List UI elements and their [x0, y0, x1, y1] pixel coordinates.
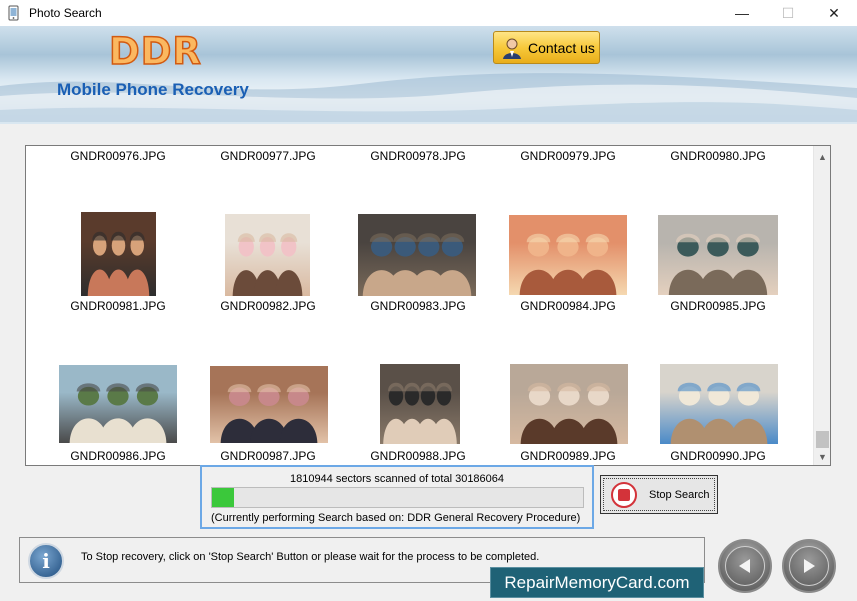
thumbnail-item[interactable]: GNDR00979.JPG	[493, 149, 643, 163]
photo-thumbnail[interactable]	[59, 365, 177, 443]
contact-us-button[interactable]: Contact us	[493, 31, 600, 64]
thumbnail-item[interactable]: GNDR00982.JPG	[193, 299, 343, 313]
brand-banner: RepairMemoryCard.com	[490, 567, 704, 598]
arrow-left-icon	[739, 559, 750, 573]
arrow-right-icon	[804, 559, 815, 573]
thumbnail-filename: GNDR00987.JPG	[220, 449, 316, 463]
header-banner: DDR Mobile Phone Recovery Contact us	[0, 26, 857, 122]
progress-bar	[211, 487, 584, 508]
search-results-panel[interactable]: GNDR00976.JPG GNDR00977.JPG GNDR00978.JPG G…	[25, 145, 831, 466]
thumbnail-item[interactable]: GNDR00986.JPG	[43, 449, 193, 463]
close-button[interactable]: ✕	[811, 0, 857, 26]
thumbnail-item[interactable]: GNDR00983.JPG	[343, 299, 493, 313]
thumbnail-filename: GNDR00978.JPG	[370, 149, 466, 163]
thumbnail-filename: GNDR00990.JPG	[670, 449, 766, 463]
thumbnail-filename: GNDR00986.JPG	[70, 449, 166, 463]
photo-thumbnail[interactable]	[509, 215, 627, 295]
thumbnail-item[interactable]: GNDR00989.JPG	[493, 449, 643, 463]
photo-thumbnail[interactable]	[660, 364, 778, 444]
scroll-up-icon[interactable]: ▲	[814, 148, 830, 165]
scroll-down-icon[interactable]: ▼	[814, 448, 830, 465]
person-icon	[503, 38, 521, 59]
photo-thumbnail[interactable]	[225, 214, 310, 296]
thumbnail-filename: GNDR00977.JPG	[220, 149, 316, 163]
product-subtitle: Mobile Phone Recovery	[57, 80, 249, 99]
photo-thumbnail[interactable]	[210, 366, 328, 443]
thumbnail-item[interactable]: GNDR00978.JPG	[343, 149, 493, 163]
maximize-button[interactable]: ☐	[765, 0, 811, 26]
thumbnail-item[interactable]: GNDR00977.JPG	[193, 149, 343, 163]
thumbnail-filename: GNDR00985.JPG	[670, 299, 766, 313]
stop-search-button[interactable]: Stop Search	[600, 475, 718, 514]
back-button[interactable]	[718, 539, 772, 593]
info-icon: i	[28, 543, 64, 579]
thumbnail-filename: GNDR00981.JPG	[70, 299, 166, 313]
thumbnail-item[interactable]: GNDR00980.JPG	[643, 149, 793, 163]
thumbnail-item[interactable]: GNDR00987.JPG	[193, 449, 343, 463]
progress-bar-fill	[212, 488, 235, 507]
procedure-text: (Currently performing Search based on: D…	[211, 512, 581, 524]
thumbnail-filename: GNDR00982.JPG	[220, 299, 316, 313]
sectors-scanned-text: 1810944 sectors scanned of total 3018606…	[289, 473, 505, 485]
photo-thumbnail[interactable]	[658, 215, 778, 295]
thumbnail-item[interactable]: GNDR00976.JPG	[43, 149, 193, 163]
thumbnail-item[interactable]: GNDR00985.JPG	[643, 299, 793, 313]
contact-us-label: Contact us	[528, 39, 595, 56]
thumbnail-item[interactable]: GNDR00984.JPG	[493, 299, 643, 313]
next-button[interactable]	[782, 539, 836, 593]
scan-progress-box: 1810944 sectors scanned of total 3018606…	[200, 465, 594, 529]
thumbnail-filename: GNDR00989.JPG	[520, 449, 616, 463]
thumbnail-filename: GNDR00976.JPG	[70, 149, 166, 163]
vertical-scrollbar[interactable]: ▲ ▼	[813, 146, 830, 465]
thumbnail-filename: GNDR00979.JPG	[520, 149, 616, 163]
thumbnail-filename: GNDR00980.JPG	[670, 149, 766, 163]
stop-search-label: Stop Search	[649, 488, 710, 501]
title-bar: Photo Search — ☐ ✕	[0, 0, 857, 26]
thumbnail-item[interactable]: GNDR00988.JPG	[343, 449, 493, 463]
thumbnail-filename: GNDR00988.JPG	[370, 449, 466, 463]
thumbnail-filename: GNDR00983.JPG	[370, 299, 466, 313]
thumbnail-filename: GNDR00984.JPG	[520, 299, 616, 313]
window-title: Photo Search	[29, 6, 102, 20]
header-separator	[0, 122, 857, 124]
minimize-button[interactable]: —	[719, 0, 765, 26]
thumbnail-item[interactable]: GNDR00981.JPG	[43, 299, 193, 313]
thumbnail-item[interactable]: GNDR00990.JPG	[643, 449, 793, 463]
status-message: To Stop recovery, click on 'Stop Search'…	[81, 551, 540, 563]
scrollbar-thumb[interactable]	[816, 431, 829, 448]
app-icon	[8, 5, 19, 21]
ddr-logo: DDR	[108, 29, 202, 74]
photo-thumbnail[interactable]	[81, 212, 156, 296]
stop-icon	[611, 481, 637, 508]
photo-thumbnail[interactable]	[358, 214, 476, 296]
photo-thumbnail[interactable]	[510, 364, 628, 444]
photo-thumbnail[interactable]	[380, 364, 460, 444]
